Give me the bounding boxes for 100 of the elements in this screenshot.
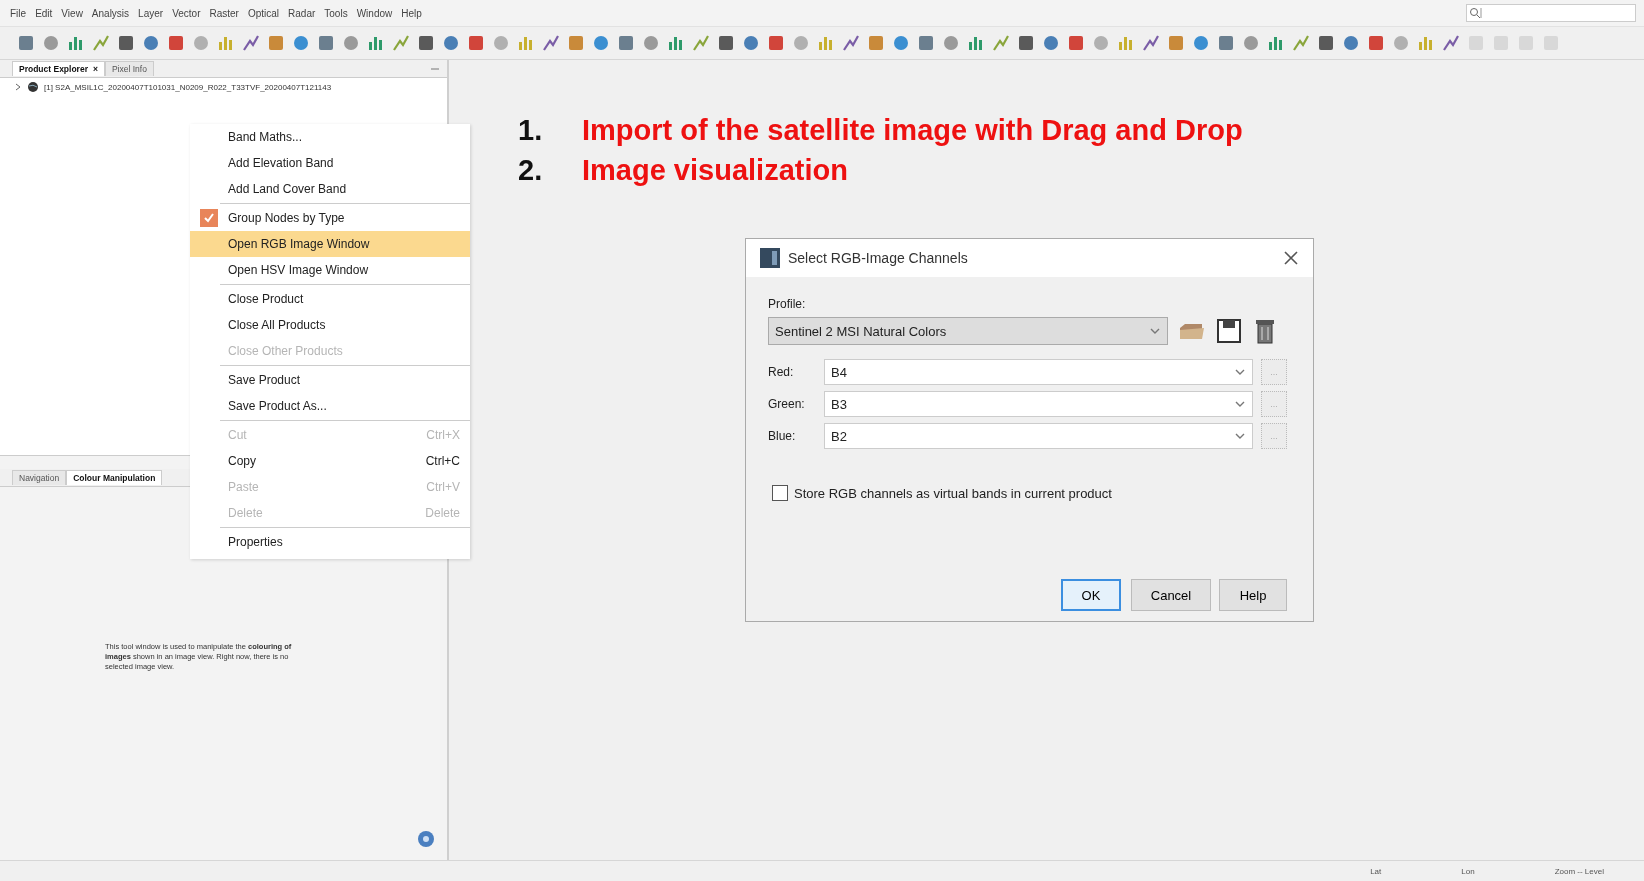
circle-icon[interactable] <box>891 33 911 53</box>
circle-icon[interactable] <box>941 33 961 53</box>
menu-item[interactable]: Tools <box>324 7 348 19</box>
field-label: Red: <box>768 365 795 379</box>
square-icon[interactable] <box>766 33 786 53</box>
menu-item[interactable]: Copy Ctrl+C <box>190 448 470 474</box>
line-icon[interactable] <box>841 33 861 53</box>
profile-dropdown[interactable]: Sentinel 2 MSI Natural Colors <box>768 317 1168 345</box>
square-icon[interactable] <box>866 33 886 53</box>
square-icon[interactable] <box>916 33 936 53</box>
close-icon[interactable] <box>1283 250 1299 266</box>
square-icon[interactable] <box>1216 33 1236 53</box>
line-icon[interactable] <box>541 33 561 53</box>
menu-item[interactable]: Optical <box>247 7 280 19</box>
menu-item[interactable]: Help <box>401 7 422 19</box>
square-icon[interactable] <box>266 33 286 53</box>
menu-item[interactable]: Close Product <box>190 286 470 312</box>
status-label: Zoom -- Level <box>1554 866 1604 876</box>
circle-icon[interactable] <box>1391 33 1411 53</box>
circle-icon[interactable] <box>791 33 811 53</box>
list-number: 2. <box>518 154 544 187</box>
circle-icon[interactable] <box>1041 33 1061 53</box>
menu-item[interactable]: Add Elevation Band <box>190 150 470 176</box>
menu-item[interactable]: Add Land Cover Band <box>190 176 470 202</box>
checkbox-label[interactable]: Store RGB channels as virtual bands in current product <box>794 485 1112 501</box>
circle-icon[interactable] <box>1091 33 1111 53</box>
dialog-button[interactable]: OK <box>1061 579 1121 611</box>
square-icon[interactable] <box>416 33 436 53</box>
circle-icon[interactable] <box>141 33 161 53</box>
band-dropdown[interactable]: B3 <box>824 391 1253 417</box>
field-label: Profile: <box>768 297 807 311</box>
line-icon[interactable] <box>1441 33 1461 53</box>
line-icon[interactable] <box>1291 33 1311 53</box>
square-icon[interactable] <box>1316 33 1336 53</box>
search-icon[interactable] <box>1469 7 1485 19</box>
status-label: Lat <box>1370 866 1382 876</box>
circle-icon[interactable] <box>1341 33 1361 53</box>
square-icon[interactable] <box>1016 33 1036 53</box>
circle-icon[interactable] <box>191 33 211 53</box>
checkbox[interactable] <box>772 485 788 501</box>
menu-item[interactable]: Analysis <box>91 7 130 19</box>
square-icon[interactable] <box>716 33 736 53</box>
circle-icon[interactable] <box>441 33 461 53</box>
circle-icon[interactable] <box>291 33 311 53</box>
menu-item[interactable]: View <box>61 7 83 19</box>
help-icon[interactable] <box>417 830 435 848</box>
tree-item[interactable]: [1] S2A_MSIL1C_20200407T101031_N0209_R022_T33TVF_20200407T121143 <box>44 82 332 92</box>
line-icon[interactable] <box>991 33 1011 53</box>
menu-item[interactable]: Band Maths... <box>190 124 470 150</box>
line-icon[interactable] <box>391 33 411 53</box>
expand-icon[interactable] <box>14 83 22 91</box>
menu-item[interactable]: Save Product As... <box>190 393 470 419</box>
band-dropdown[interactable]: B2 <box>824 423 1253 449</box>
square-icon[interactable] <box>1366 33 1386 53</box>
line-icon[interactable] <box>241 33 261 53</box>
square-icon[interactable] <box>466 33 486 53</box>
menu-item[interactable]: Open HSV Image Window <box>190 257 470 283</box>
circle-icon[interactable] <box>491 33 511 53</box>
menu-item[interactable]: Group Nodes by Type <box>190 205 470 231</box>
circle-icon[interactable] <box>1241 33 1261 53</box>
circle-icon[interactable] <box>741 33 761 53</box>
list-number: 1. <box>518 114 544 147</box>
square-icon[interactable] <box>166 33 186 53</box>
save-icon[interactable] <box>1216 318 1242 344</box>
dialog-title: Select RGB-Image Channels <box>788 250 969 266</box>
line-icon[interactable] <box>1141 33 1161 53</box>
menu-item[interactable]: Open RGB Image Window <box>190 231 470 257</box>
circle-icon[interactable] <box>341 33 361 53</box>
dialog-button[interactable]: Cancel <box>1131 579 1211 611</box>
menu-item[interactable]: Vector <box>172 7 201 19</box>
circle-icon[interactable] <box>1191 33 1211 53</box>
circle-icon[interactable] <box>641 33 661 53</box>
square-icon[interactable] <box>116 33 136 53</box>
menu-item[interactable]: Save Product <box>190 367 470 393</box>
panel-tab[interactable]: Colour Manipulation <box>66 470 163 485</box>
square-icon[interactable] <box>616 33 636 53</box>
panel-tab[interactable]: Navigation <box>12 470 67 485</box>
square-icon[interactable] <box>16 33 36 53</box>
menu-item[interactable]: Window <box>356 7 393 19</box>
menu-item[interactable]: Properties <box>190 529 470 555</box>
square-icon[interactable] <box>1166 33 1186 53</box>
circle-icon[interactable] <box>591 33 611 53</box>
panel-tab[interactable]: Pixel Info <box>104 61 154 76</box>
menu-item[interactable]: Edit <box>35 7 53 19</box>
menu-item[interactable]: Layer <box>138 7 164 19</box>
search-field[interactable] <box>1466 4 1636 22</box>
menu-item[interactable]: Radar <box>288 7 316 19</box>
line-icon[interactable] <box>691 33 711 53</box>
circle-icon[interactable] <box>41 33 61 53</box>
menu-item[interactable]: File <box>10 7 27 19</box>
line-icon[interactable] <box>91 33 111 53</box>
menu-item[interactable]: Raster <box>209 7 239 19</box>
square-icon[interactable] <box>1066 33 1086 53</box>
dialog-button[interactable]: Help <box>1219 579 1287 611</box>
panel-tab[interactable]: Product Explorer × <box>12 61 105 76</box>
menu-item[interactable]: Close All Products <box>190 312 470 338</box>
band-dropdown[interactable]: B4 <box>824 359 1253 385</box>
field-label: Green: <box>768 397 806 411</box>
square-icon[interactable] <box>566 33 586 53</box>
square-icon[interactable] <box>316 33 336 53</box>
